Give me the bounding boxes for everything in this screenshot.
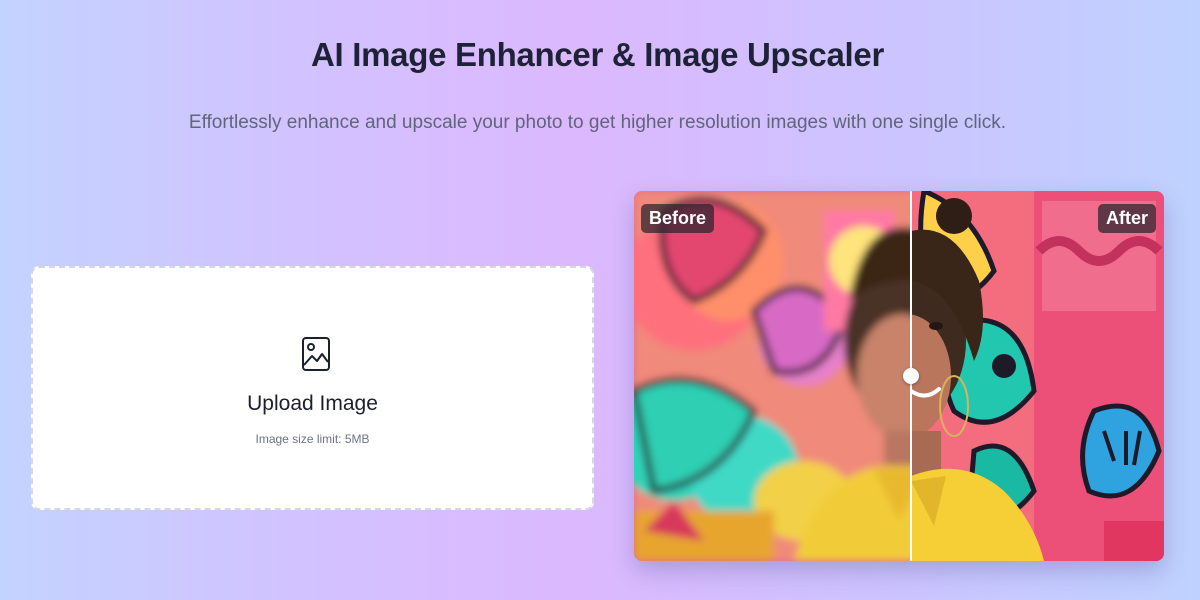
before-image	[634, 191, 911, 561]
before-label: Before	[641, 204, 715, 233]
upload-size-hint: Image size limit: 5MB	[255, 432, 370, 446]
after-label: After	[1097, 204, 1156, 233]
upload-dropzone[interactable]: Upload Image Image size limit: 5MB	[31, 266, 594, 510]
image-icon	[302, 337, 330, 371]
before-after-comparison[interactable]: Before After	[634, 191, 1164, 561]
page-title: AI Image Enhancer & Image Upscaler	[310, 36, 885, 73]
after-image	[911, 191, 1164, 561]
upload-label: Upload Image	[247, 392, 378, 415]
page-subtitle: Effortlessly enhance and upscale your ph…	[188, 112, 1007, 133]
comparison-slider-handle[interactable]	[903, 368, 919, 384]
